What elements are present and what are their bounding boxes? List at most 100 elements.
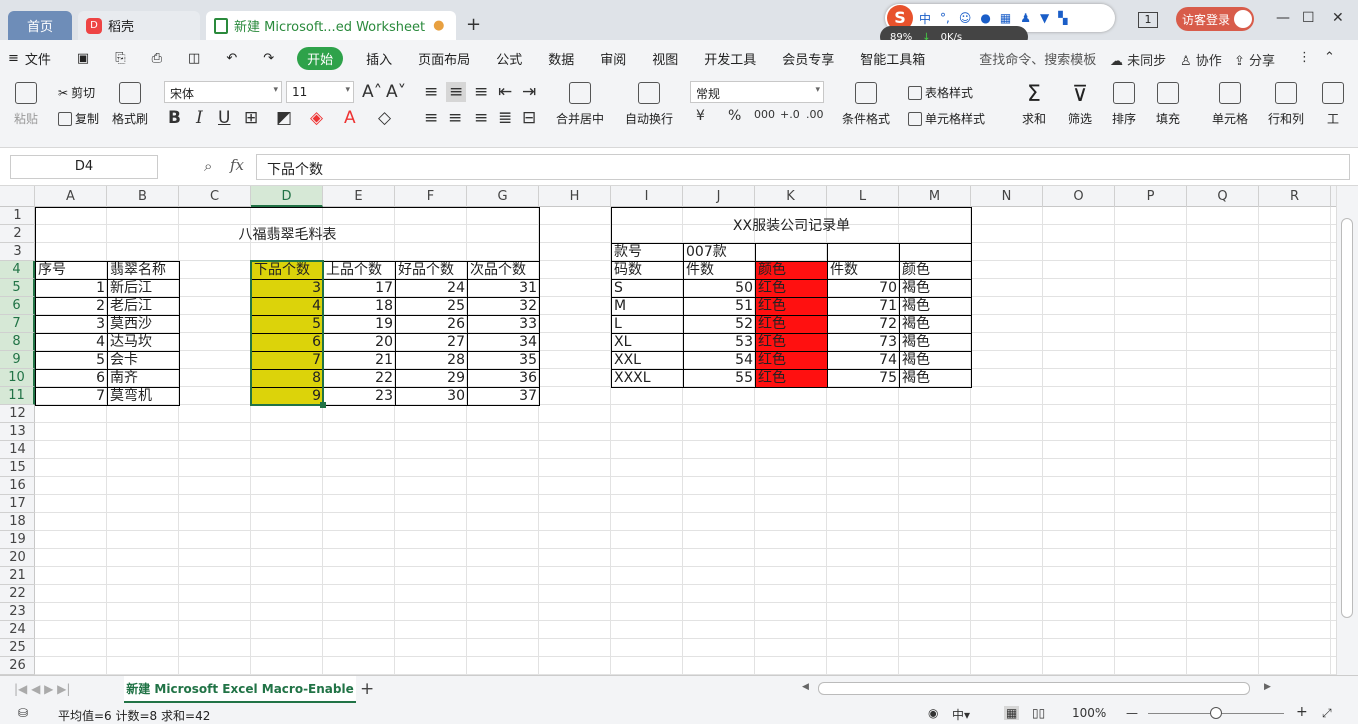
table2-cell[interactable]: 红色 <box>755 369 828 388</box>
row-header-22[interactable]: 22 <box>0 585 35 603</box>
tab-member[interactable]: 会员专享 <box>769 49 847 68</box>
fill-color-icon[interactable]: ◈ <box>310 108 323 128</box>
table1-cell[interactable]: 36 <box>467 369 540 388</box>
user-icon[interactable]: ♟ <box>1020 11 1031 25</box>
table2-cell[interactable]: M <box>611 297 684 316</box>
table1-header-cell[interactable]: 上品个数 <box>323 261 396 280</box>
close-icon[interactable]: ✕ <box>1332 10 1344 26</box>
row-header-7[interactable]: 7 <box>0 315 35 333</box>
row-header-17[interactable]: 17 <box>0 495 35 513</box>
horizontal-scroll-thumb[interactable] <box>818 682 1250 695</box>
align-center-icon[interactable]: ≡ <box>448 108 462 128</box>
more-icon[interactable]: ⋮ <box>1298 50 1311 65</box>
table1-header-cell[interactable] <box>179 261 252 280</box>
table1-cell[interactable]: 35 <box>467 351 540 370</box>
tab-data[interactable]: 数据 <box>535 49 587 68</box>
table2-blank-cell[interactable] <box>827 243 900 262</box>
vertical-scroll-thumb[interactable] <box>1341 218 1353 618</box>
table2-cell[interactable]: XL <box>611 333 684 352</box>
column-header-i[interactable]: I <box>611 186 683 207</box>
font-size-select[interactable]: 11 <box>286 81 354 103</box>
worksheet-button[interactable]: 工 <box>1322 82 1344 127</box>
vertical-scrollbar[interactable] <box>1336 186 1358 675</box>
column-header-p[interactable]: P <box>1115 186 1187 207</box>
border-icon[interactable]: ⊞ <box>244 108 258 128</box>
table2-cell[interactable]: 褐色 <box>899 279 972 298</box>
table1-cell[interactable]: 17 <box>323 279 396 298</box>
zoom-level[interactable]: 100% <box>1072 706 1106 720</box>
cut-button[interactable]: ✂ 剪切 <box>58 84 95 101</box>
table1-cell[interactable]: 24 <box>395 279 468 298</box>
keyboard-icon[interactable]: ▦ <box>1000 11 1011 25</box>
undo-icon[interactable]: ↶ <box>213 51 250 66</box>
table1-cell[interactable]: 4 <box>35 333 108 352</box>
table1-cell[interactable]: 30 <box>395 387 468 406</box>
table1-header-cell[interactable]: 次品个数 <box>467 261 540 280</box>
table1-cell[interactable]: 1 <box>35 279 108 298</box>
table1-cell[interactable]: 6 <box>251 333 324 352</box>
justify-icon[interactable]: ≣ <box>498 108 512 128</box>
zoom-in-icon[interactable]: + <box>1296 704 1308 720</box>
table2-header-cell[interactable]: 件数 <box>827 261 900 280</box>
row-header-21[interactable]: 21 <box>0 567 35 585</box>
table1-cell[interactable]: 32 <box>467 297 540 316</box>
fill-button[interactable]: 填充 <box>1156 82 1180 127</box>
name-box[interactable]: D4 <box>10 155 158 179</box>
eye-protect-icon[interactable]: ◉ <box>928 706 938 720</box>
table1-cell[interactable]: 28 <box>395 351 468 370</box>
table2-cell[interactable]: S <box>611 279 684 298</box>
shrink-font-icon[interactable]: A˅ <box>386 82 406 102</box>
row-header-8[interactable]: 8 <box>0 333 35 351</box>
copy-button[interactable]: 复制 <box>58 110 99 127</box>
sum-button[interactable]: Σ 求和 <box>1022 82 1046 127</box>
sheet-nav-icon[interactable]: |◀ ◀ ▶ ▶| <box>14 682 70 696</box>
row-header-10[interactable]: 10 <box>0 369 35 387</box>
page-indicator[interactable]: 1 <box>1138 12 1158 28</box>
row-header-14[interactable]: 14 <box>0 441 35 459</box>
table1-cell[interactable]: 33 <box>467 315 540 334</box>
table1-cell[interactable]: 34 <box>467 333 540 352</box>
table2-cell[interactable]: XXXL <box>611 369 684 388</box>
row-header-24[interactable]: 24 <box>0 621 35 639</box>
table1-cell[interactable]: 29 <box>395 369 468 388</box>
table1-cell[interactable]: 老后江 <box>107 297 180 316</box>
collab-button[interactable]: ♙ 协作 <box>1180 50 1222 69</box>
table1-title[interactable]: 八福翡翠毛料表 <box>35 207 540 262</box>
table2-cell[interactable]: 红色 <box>755 333 828 352</box>
row-header-19[interactable]: 19 <box>0 531 35 549</box>
table1-cell[interactable]: 18 <box>323 297 396 316</box>
table1-cell[interactable]: 7 <box>251 351 324 370</box>
share-button[interactable]: ⇪ 分享 <box>1234 50 1275 69</box>
table1-cell[interactable]: 37 <box>467 387 540 406</box>
table1-cell[interactable]: 4 <box>251 297 324 316</box>
ime-lang[interactable]: 中 <box>919 10 931 27</box>
merge-center-button[interactable]: 合并居中 <box>556 82 604 127</box>
table1-cell[interactable]: 2 <box>35 297 108 316</box>
indent-decrease-icon[interactable]: ⇤ <box>498 82 512 102</box>
table2-cell[interactable]: 50 <box>683 279 756 298</box>
table2-style-label[interactable]: 款号 <box>611 243 684 262</box>
rowcol-button[interactable]: 行和列 <box>1268 82 1304 127</box>
column-header-j[interactable]: J <box>683 186 755 207</box>
macro-record-icon[interactable]: ⛁ <box>18 706 28 720</box>
save-icon[interactable]: ▣ <box>64 51 102 66</box>
tab-home[interactable]: 首页 <box>8 11 72 40</box>
table1-cell[interactable]: 8 <box>251 369 324 388</box>
table1-cell[interactable]: 莫弯机 <box>107 387 180 406</box>
table1-header-cell[interactable]: 下品个数 <box>251 261 324 280</box>
row-header-12[interactable]: 12 <box>0 405 35 423</box>
table1-cell[interactable]: 26 <box>395 315 468 334</box>
table1-cell[interactable]: 3 <box>35 315 108 334</box>
row-header-20[interactable]: 20 <box>0 549 35 567</box>
row-header-1[interactable]: 1 <box>0 207 35 225</box>
print-icon[interactable]: ⎙ <box>139 51 175 66</box>
column-header-g[interactable]: G <box>467 186 539 207</box>
table1-cell[interactable]: 5 <box>35 351 108 370</box>
redo-icon[interactable]: ↷ <box>250 51 287 66</box>
row-header-15[interactable]: 15 <box>0 459 35 477</box>
table2-header-cell[interactable]: 颜色 <box>899 261 972 280</box>
conditional-format-button[interactable]: 条件格式 <box>842 82 890 127</box>
skin-icon[interactable]: ▼ <box>1040 11 1049 25</box>
grow-font-icon[interactable]: A˄ <box>362 82 382 102</box>
column-header-b[interactable]: B <box>107 186 179 207</box>
